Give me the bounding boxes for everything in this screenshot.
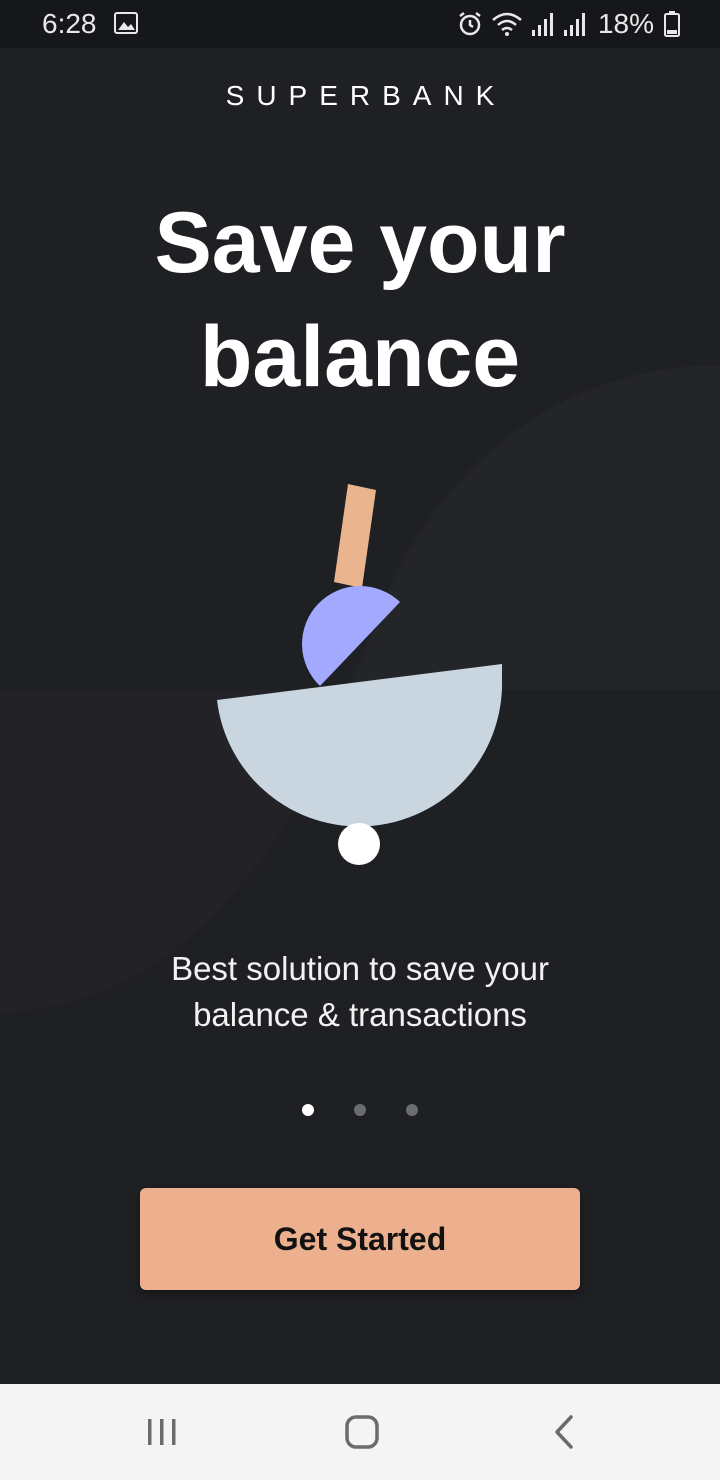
alarm-icon — [459, 12, 481, 36]
signal-icon — [563, 13, 585, 36]
recent-apps-button[interactable] — [102, 1384, 222, 1480]
back-button[interactable] — [504, 1384, 624, 1480]
status-time: 6:28 — [42, 8, 97, 39]
subtitle: Best solution to save your balance & tra… — [0, 946, 720, 1038]
get-started-button[interactable]: Get Started — [140, 1188, 580, 1290]
illustration-stick — [334, 484, 376, 588]
balance-illustration — [217, 484, 503, 865]
recent-apps-icon — [148, 1419, 176, 1445]
home-button[interactable] — [302, 1384, 422, 1480]
status-icons: 18% — [456, 0, 680, 48]
gallery-icon — [114, 12, 138, 34]
illustration-ball — [338, 823, 380, 865]
subtitle-line-1: Best solution to save your — [171, 950, 549, 987]
back-icon — [555, 1415, 573, 1449]
home-icon — [345, 1415, 379, 1449]
page-dot-1[interactable] — [302, 1104, 314, 1116]
headline-line-2: balance — [199, 309, 521, 405]
illustration-bowl — [217, 664, 503, 827]
headline-line-1: Save your — [154, 195, 566, 291]
system-nav-bar — [0, 1384, 720, 1480]
page-dot-3[interactable] — [406, 1104, 418, 1116]
signal-icon — [531, 13, 553, 36]
battery-percent: 18% — [597, 8, 654, 39]
page-indicator — [0, 1104, 720, 1116]
illustration-half-circle — [302, 586, 400, 686]
status-bar: 6:28 18% — [0, 0, 720, 48]
page-title: Save your balance — [0, 186, 720, 414]
wifi-icon — [492, 12, 522, 36]
brand-name: SUPERBANK — [225, 80, 507, 111]
subtitle-line-2: balance & transactions — [193, 996, 527, 1033]
battery-icon — [664, 11, 680, 37]
page-dot-2[interactable] — [354, 1104, 366, 1116]
